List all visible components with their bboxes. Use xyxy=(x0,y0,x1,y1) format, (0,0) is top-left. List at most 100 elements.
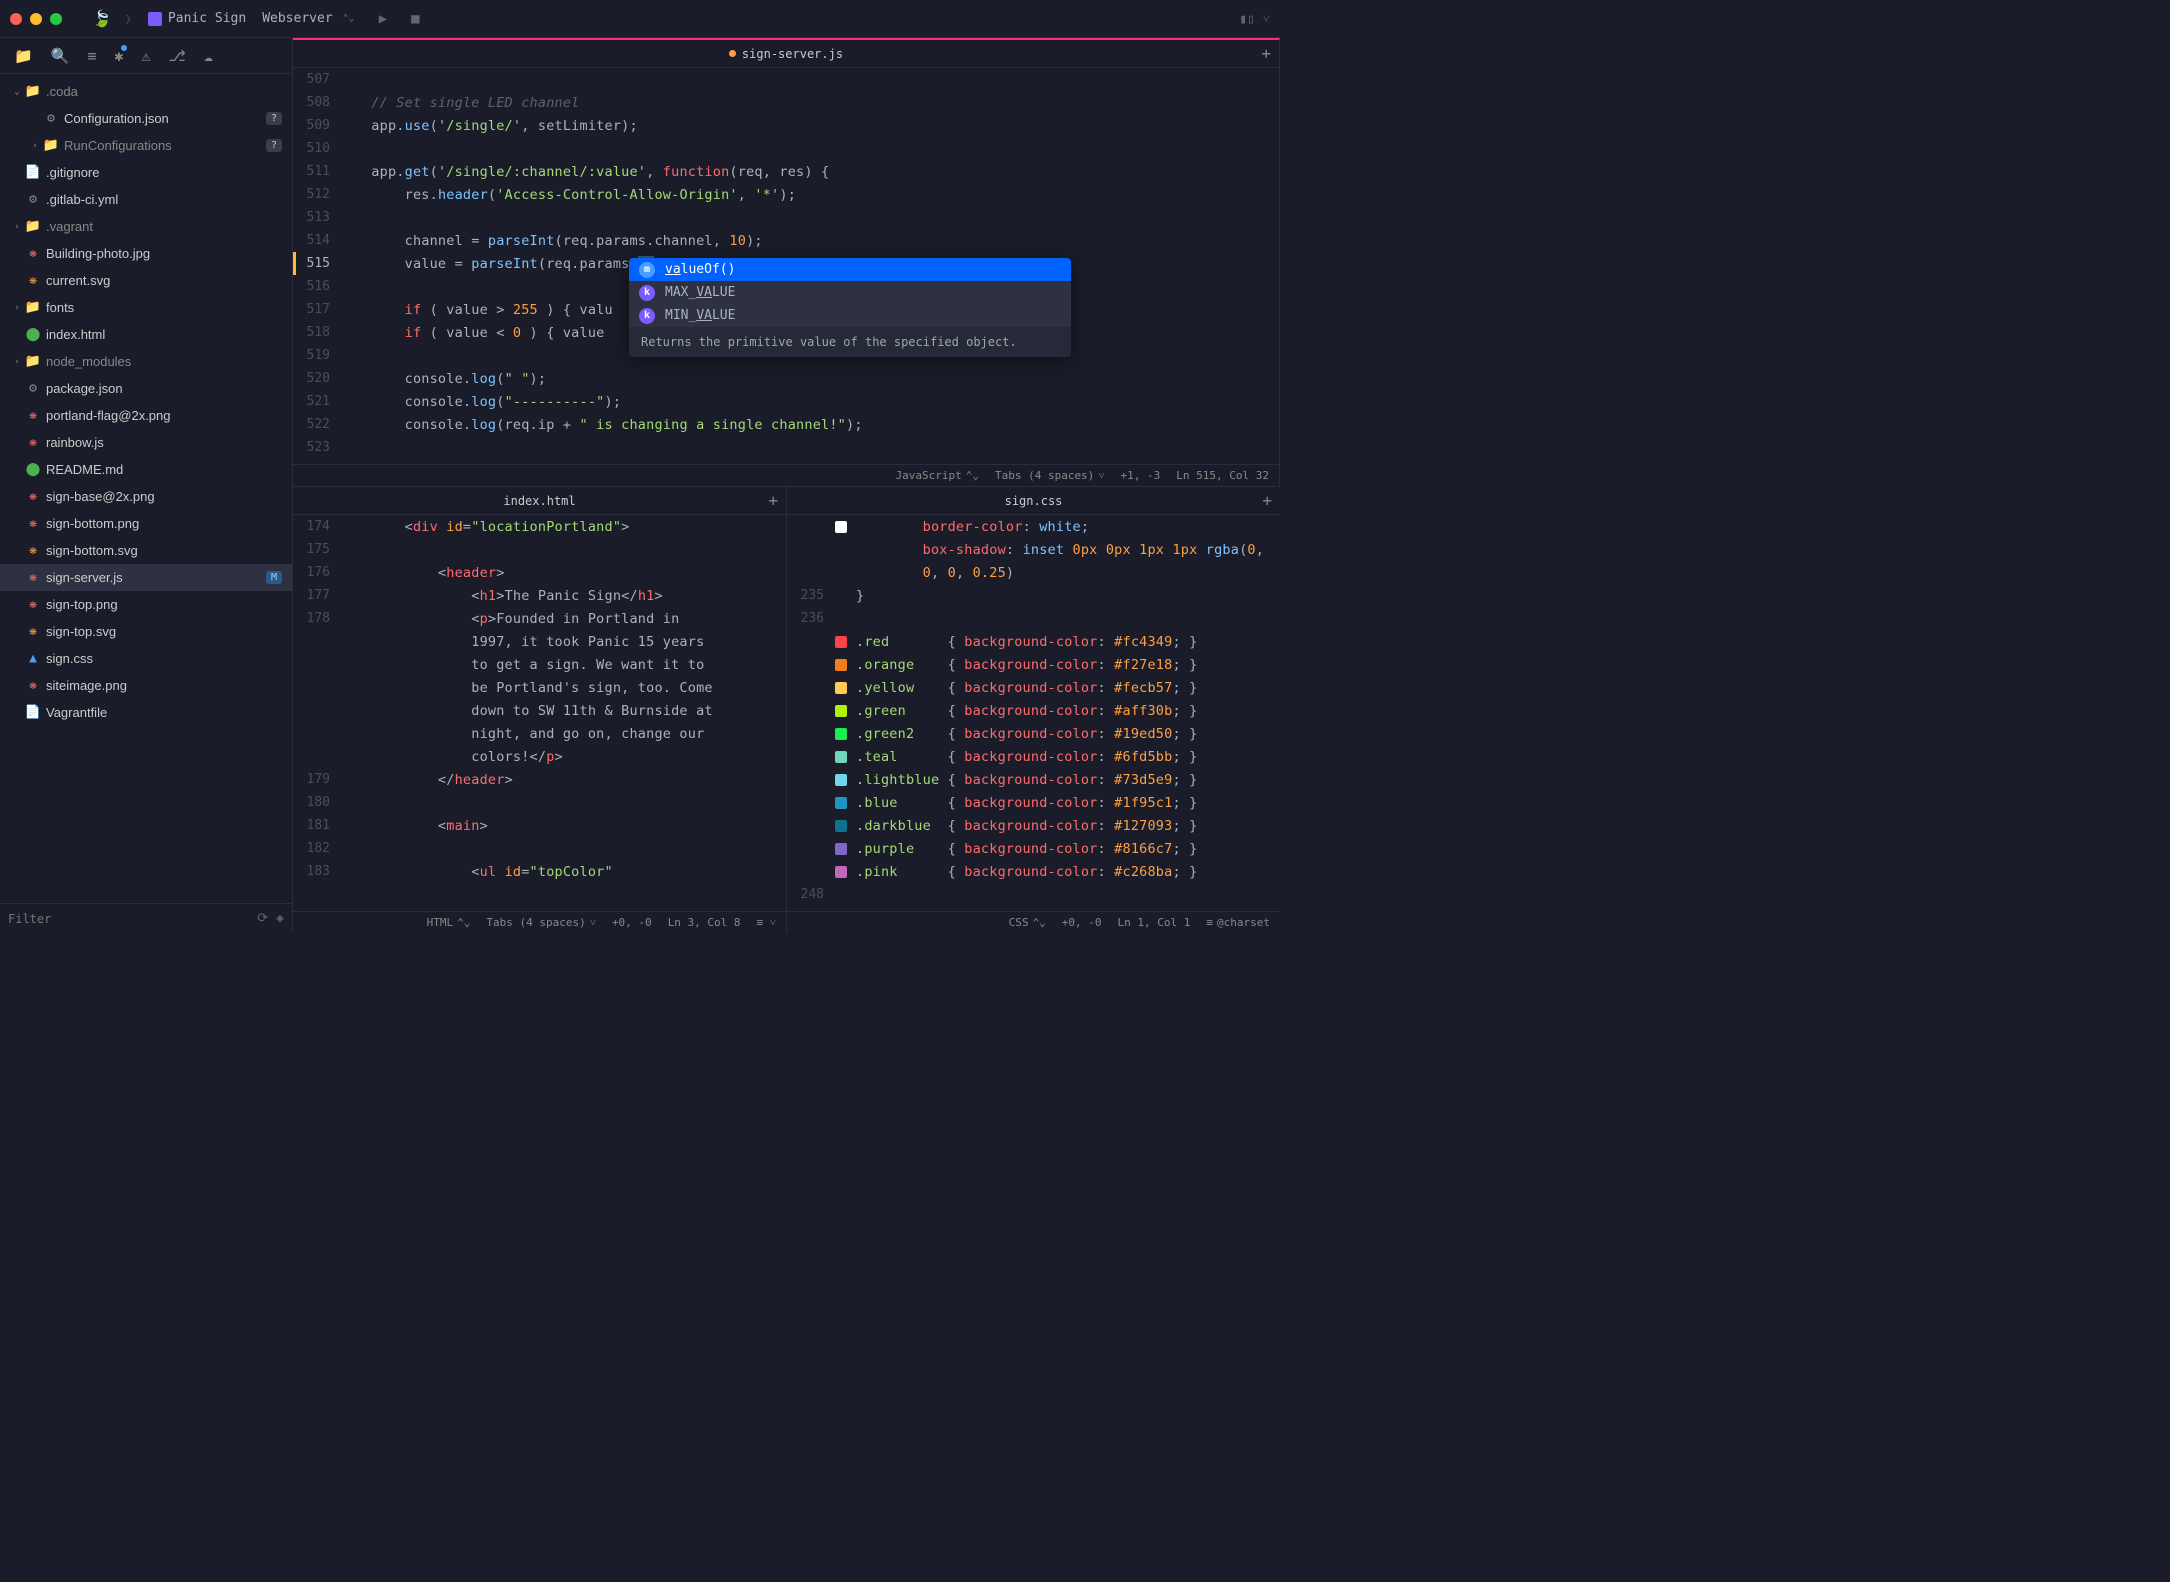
code-editor-html[interactable]: 174 <div id="locationPortland">175176 <h… xyxy=(293,515,786,933)
code-line[interactable]: 235} xyxy=(787,584,1272,607)
tree-item-siteimage-png[interactable]: ❋siteimage.png xyxy=(0,672,292,699)
code-line[interactable]: 522 console.log(req.ip + " is changing a… xyxy=(293,413,1271,436)
zoom-window[interactable] xyxy=(50,13,62,25)
lang-selector[interactable]: JavaScript ⌃⌄ xyxy=(895,469,978,482)
code-line[interactable]: 513 xyxy=(293,206,1271,229)
code-line[interactable]: 1997, it took Panic 15 years xyxy=(293,630,778,653)
minimize-window[interactable] xyxy=(30,13,42,25)
tree-item-sign-top-png[interactable]: ❋sign-top.png xyxy=(0,591,292,618)
code-line[interactable]: 179 </header> xyxy=(293,768,778,791)
tree-item-sign-top-svg[interactable]: ❋sign-top.svg xyxy=(0,618,292,645)
tab-sign-server[interactable]: sign-server.js xyxy=(729,47,843,61)
add-tab-button[interactable]: + xyxy=(768,491,778,510)
autocomplete-item[interactable]: mvalueOf() xyxy=(629,258,1071,281)
search-tab-icon[interactable]: 🔍 xyxy=(51,47,70,65)
code-line[interactable]: .pink { background-color: #c268ba; } xyxy=(787,860,1272,883)
code-line[interactable]: .blue { background-color: #1f95c1; } xyxy=(787,791,1272,814)
code-line[interactable]: .orange { background-color: #f27e18; } xyxy=(787,653,1272,676)
tree-item-package-json[interactable]: ⚙︎package.json xyxy=(0,375,292,402)
code-line[interactable]: 514 channel = parseInt(req.params.channe… xyxy=(293,229,1271,252)
tree-item--gitlab-ci-yml[interactable]: ⚙︎.gitlab-ci.yml xyxy=(0,186,292,213)
add-tab-button[interactable]: + xyxy=(1261,44,1271,63)
symbols-tab-icon[interactable]: ≡ xyxy=(87,47,96,65)
tab-index-html[interactable]: index.html xyxy=(503,494,575,508)
scm-tab-icon[interactable]: ⎇ xyxy=(168,47,185,65)
lang-selector[interactable]: HTML ⌃⌄ xyxy=(427,916,471,929)
code-line[interactable]: .green2 { background-color: #19ed50; } xyxy=(787,722,1272,745)
tree-item-index-html[interactable]: ⬤index.html xyxy=(0,321,292,348)
code-line[interactable]: 178 <p>Founded in Portland in xyxy=(293,607,778,630)
code-line[interactable]: .teal { background-color: #6fd5bb; } xyxy=(787,745,1272,768)
code-line[interactable]: 182 xyxy=(293,837,778,860)
code-line[interactable]: 509 app.use('/single/', setLimiter); xyxy=(293,114,1271,137)
code-line[interactable]: colors!</p> xyxy=(293,745,778,768)
tree-item--coda[interactable]: ⌄📁.coda xyxy=(0,78,292,105)
tree-item-fonts[interactable]: ›📁fonts xyxy=(0,294,292,321)
close-window[interactable] xyxy=(10,13,22,25)
code-line[interactable]: 248 xyxy=(787,883,1272,906)
indent-selector[interactable]: Tabs (4 spaces) ˅ xyxy=(995,469,1105,482)
code-line[interactable]: 520 console.log(" "); xyxy=(293,367,1271,390)
filter-history-icon[interactable]: ⟳ xyxy=(257,911,268,926)
clips-tab-icon[interactable]: ✱ xyxy=(114,47,123,65)
code-line[interactable]: border-color: white; xyxy=(787,515,1272,538)
code-line[interactable]: .lightblue { background-color: #73d5e9; … xyxy=(787,768,1272,791)
tree-item--vagrant[interactable]: ›📁.vagrant xyxy=(0,213,292,240)
layout-button[interactable]: ▮▯ ˅ xyxy=(1239,11,1270,27)
code-line[interactable]: 0, 0, 0.25) xyxy=(787,561,1272,584)
autocomplete-item[interactable]: kMAX_VALUE xyxy=(629,281,1071,304)
tree-item-current-svg[interactable]: ❋current.svg xyxy=(0,267,292,294)
code-line[interactable]: 236 xyxy=(787,607,1272,630)
code-line[interactable]: .darkblue { background-color: #127093; } xyxy=(787,814,1272,837)
file-tree[interactable]: ⌄📁.coda⚙︎Configuration.json?›📁RunConfigu… xyxy=(0,74,292,903)
code-line[interactable]: 521 console.log("----------"); xyxy=(293,390,1271,413)
code-line[interactable]: 523 xyxy=(293,436,1271,459)
code-line[interactable]: 511 app.get('/single/:channel/:value', f… xyxy=(293,160,1271,183)
code-line[interactable]: night, and go on, change our xyxy=(293,722,778,745)
remote-tab-icon[interactable]: ☁ xyxy=(204,47,213,65)
cursor-position[interactable]: Ln 3, Col 8 xyxy=(668,916,741,929)
issues-tab-icon[interactable]: ⚠ xyxy=(141,47,150,65)
code-line[interactable]: down to SW 11th & Burnside at xyxy=(293,699,778,722)
project-crumb[interactable]: Panic Sign xyxy=(140,7,254,30)
code-line[interactable]: 512 res.header('Access-Control-Allow-Ori… xyxy=(293,183,1271,206)
filter-options-icon[interactable]: ◈ xyxy=(276,911,284,926)
code-line[interactable]: 177 <h1>The Panic Sign</h1> xyxy=(293,584,778,607)
autocomplete-popup[interactable]: mvalueOf()kMAX_VALUEkMIN_VALUEReturns th… xyxy=(629,258,1071,357)
code-line[interactable]: 174 <div id="locationPortland"> xyxy=(293,515,778,538)
autocomplete-item[interactable]: kMIN_VALUE xyxy=(629,304,1071,327)
symbol-nav[interactable]: ≡ ˅ xyxy=(757,916,776,929)
tree-item-README-md[interactable]: ⬤README.md xyxy=(0,456,292,483)
tree-item-Configuration-json[interactable]: ⚙︎Configuration.json? xyxy=(0,105,292,132)
tree-item-portland-flag-2x-png[interactable]: ❋portland-flag@2x.png xyxy=(0,402,292,429)
code-line[interactable]: .red { background-color: #fc4349; } xyxy=(787,630,1272,653)
target-crumb[interactable]: Webserver ⌃⌄ xyxy=(254,7,367,30)
code-line[interactable]: 176 <header> xyxy=(293,561,778,584)
code-line[interactable]: .yellow { background-color: #fecb57; } xyxy=(787,676,1272,699)
filter-input[interactable] xyxy=(8,912,257,926)
code-line[interactable]: 175 xyxy=(293,538,778,561)
code-line[interactable]: 510 xyxy=(293,137,1271,160)
tree-item-RunConfigurations[interactable]: ›📁RunConfigurations? xyxy=(0,132,292,159)
run-button[interactable]: ▶ xyxy=(379,11,387,27)
tree-item-sign-bottom-png[interactable]: ❋sign-bottom.png xyxy=(0,510,292,537)
code-line[interactable]: 181 <main> xyxy=(293,814,778,837)
tree-item-Building-photo-jpg[interactable]: ❋Building-photo.jpg xyxy=(0,240,292,267)
add-tab-button[interactable]: + xyxy=(1262,491,1272,510)
code-editor-css[interactable]: border-color: white; box-shadow: inset 0… xyxy=(787,515,1280,933)
code-editor-top[interactable]: mvalueOf()kMAX_VALUEkMIN_VALUEReturns th… xyxy=(293,68,1279,486)
code-line[interactable]: 508 // Set single LED channel xyxy=(293,91,1271,114)
files-tab-icon[interactable]: 📁 xyxy=(14,47,33,65)
code-line[interactable]: 183 <ul id="topColor" xyxy=(293,860,778,883)
tree-item-sign-css[interactable]: ▲sign.css xyxy=(0,645,292,672)
stop-button[interactable]: ■ xyxy=(411,11,419,27)
code-line[interactable]: .purple { background-color: #8166c7; } xyxy=(787,837,1272,860)
code-line[interactable]: 507 xyxy=(293,68,1271,91)
tab-sign-css[interactable]: sign.css xyxy=(1005,494,1063,508)
code-line[interactable]: 180 xyxy=(293,791,778,814)
tree-item--gitignore[interactable]: 📄.gitignore xyxy=(0,159,292,186)
lang-selector[interactable]: CSS ⌃⌄ xyxy=(1009,916,1046,929)
tree-item-rainbow-js[interactable]: ❋rainbow.js xyxy=(0,429,292,456)
tree-item-Vagrantfile[interactable]: 📄Vagrantfile xyxy=(0,699,292,726)
code-line[interactable]: to get a sign. We want it to xyxy=(293,653,778,676)
